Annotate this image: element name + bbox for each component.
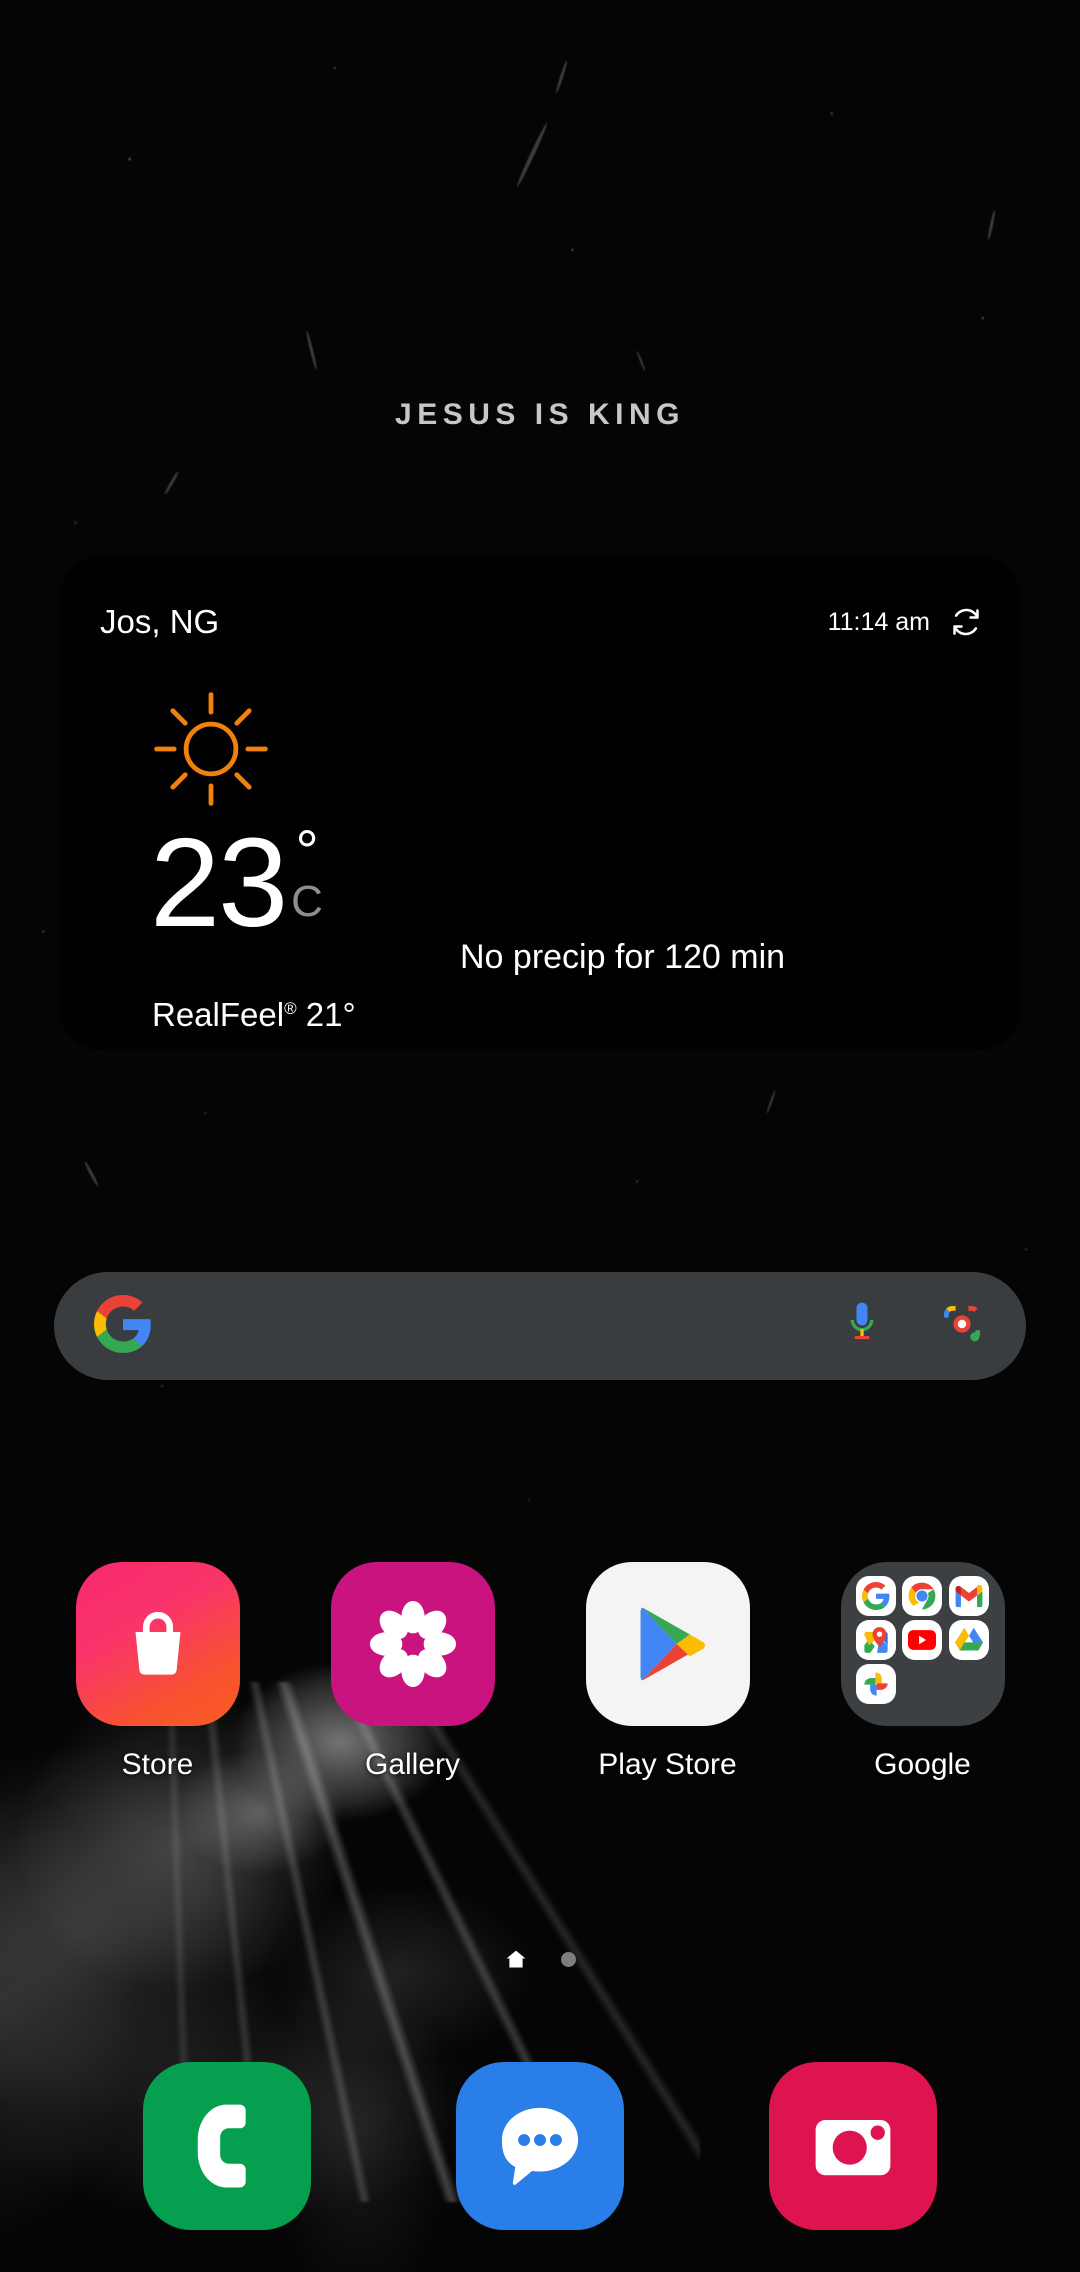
weather-unit-block: ° C xyxy=(291,819,323,926)
folder-app-maps xyxy=(855,1620,896,1660)
google-lens-icon[interactable] xyxy=(938,1300,986,1353)
weather-temperature-block: 23 ° C xyxy=(150,812,323,953)
page-dot[interactable] xyxy=(560,1951,576,1967)
folder-app-gmail xyxy=(949,1576,990,1616)
wallpaper[interactable] xyxy=(0,0,1080,2272)
folder-app-chrome xyxy=(902,1576,943,1616)
wallpaper-caption: JESUS IS KING xyxy=(395,398,685,431)
weather-location: Jos, NG xyxy=(100,603,220,640)
weather-precipitation-text: No precip for 120 min xyxy=(460,938,786,976)
weather-header-right: 11:14 am xyxy=(828,606,982,638)
weather-temperature: 23 xyxy=(150,812,288,953)
app-label: Store xyxy=(121,1748,194,1781)
google-folder-icon xyxy=(840,1562,1005,1726)
wallpaper-texture xyxy=(0,0,1080,2272)
weather-update-time: 11:14 am xyxy=(827,607,930,636)
weather-realfeel: RealFeel® 21° xyxy=(152,996,356,1034)
app-label: Google xyxy=(874,1748,971,1781)
refresh-icon[interactable] xyxy=(950,606,982,638)
weather-widget-header: Jos, NG 11:14 am xyxy=(100,600,982,644)
microphone-icon[interactable] xyxy=(842,1298,938,1355)
realfeel-label: RealFeel xyxy=(152,996,285,1033)
weather-unit: C xyxy=(291,876,323,926)
folder-app-youtube xyxy=(902,1620,943,1660)
page-indicator xyxy=(0,1948,1080,1970)
app-grid: Store Gallery Play Store Google xyxy=(0,1562,1080,1782)
phone-icon[interactable] xyxy=(142,2062,311,2230)
weather-degree-symbol: ° xyxy=(295,819,319,884)
app-play-store[interactable]: Play Store xyxy=(573,1562,763,1782)
camera-icon[interactable] xyxy=(769,2062,938,2230)
app-folder-google[interactable]: Google xyxy=(828,1562,1018,1782)
folder-app-photos xyxy=(855,1664,896,1704)
folder-app-drive xyxy=(949,1620,990,1660)
home-page-icon[interactable] xyxy=(505,1948,527,1970)
play-store-icon xyxy=(585,1562,750,1726)
messages-icon[interactable] xyxy=(455,2062,624,2230)
google-g-icon xyxy=(94,1294,152,1358)
realfeel-value: 21° xyxy=(305,996,356,1033)
google-search-bar[interactable] xyxy=(54,1272,1026,1380)
app-store[interactable]: Store xyxy=(63,1562,253,1782)
gallery-icon xyxy=(330,1562,495,1726)
realfeel-registered-mark: ® xyxy=(284,999,297,1018)
search-input[interactable] xyxy=(152,1272,842,1380)
weather-widget[interactable]: Jos, NG 11:14 am 23 ° C RealFeel® 21° No… xyxy=(60,556,1020,1050)
folder-app-google xyxy=(855,1576,896,1616)
galaxy-store-icon xyxy=(75,1562,240,1726)
dock xyxy=(0,2062,1080,2230)
app-gallery[interactable]: Gallery xyxy=(318,1562,508,1782)
app-label: Play Store xyxy=(598,1748,737,1781)
app-label: Gallery xyxy=(364,1748,461,1781)
